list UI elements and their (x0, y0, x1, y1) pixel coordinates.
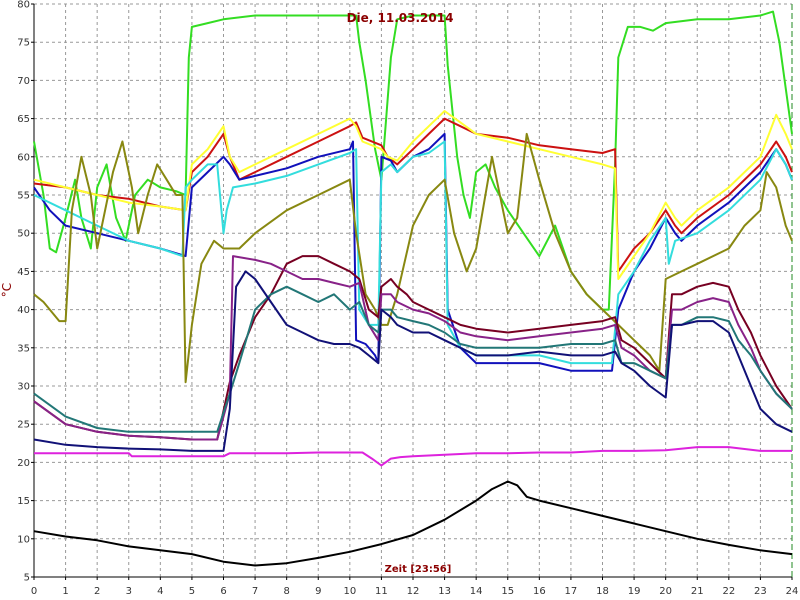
x-tick-label: 8 (283, 586, 289, 597)
x-tick-label: 7 (252, 586, 258, 597)
x-tick-label: 3 (126, 586, 132, 597)
y-axis-label: °C (0, 283, 14, 297)
x-tick-label: 21 (691, 586, 704, 597)
chart-background (0, 0, 800, 600)
y-tick-label: 25 (17, 420, 30, 431)
y-tick-label: 70 (17, 76, 30, 87)
x-tick-label: 2 (94, 586, 100, 597)
x-tick-label: 24 (786, 586, 799, 597)
x-tick-label: 10 (343, 586, 356, 597)
x-axis-label: Zeit [23:56] (385, 564, 452, 575)
x-tick-label: 11 (375, 586, 388, 597)
x-tick-label: 16 (533, 586, 546, 597)
x-tick-label: 19 (628, 586, 641, 597)
x-tick-label: 6 (220, 586, 226, 597)
chart-title: Die, 11.03.2014 (347, 11, 454, 25)
y-tick-label: 55 (17, 191, 30, 202)
x-tick-label: 15 (501, 586, 514, 597)
y-tick-label: 45 (17, 267, 30, 278)
y-tick-label: 40 (17, 305, 30, 316)
x-tick-label: 1 (62, 586, 68, 597)
x-tick-label: 0 (31, 586, 37, 597)
x-tick-label: 5 (189, 586, 195, 597)
x-tick-label: 22 (722, 586, 735, 597)
y-tick-label: 30 (17, 382, 30, 393)
y-tick-label: 10 (17, 534, 30, 545)
y-tick-label: 65 (17, 114, 30, 125)
y-tick-label: 75 (17, 38, 30, 49)
x-tick-label: 20 (659, 586, 672, 597)
y-tick-label: 35 (17, 343, 30, 354)
x-tick-label: 13 (438, 586, 451, 597)
x-tick-label: 12 (407, 586, 420, 597)
x-tick-label: 4 (157, 586, 163, 597)
y-tick-label: 50 (17, 229, 30, 240)
y-tick-label: 60 (17, 152, 30, 163)
x-tick-label: 9 (315, 586, 321, 597)
y-tick-label: 5 (24, 573, 30, 584)
y-tick-label: 80 (17, 0, 30, 11)
x-tick-label: 18 (596, 586, 609, 597)
x-tick-label: 23 (754, 586, 767, 597)
y-tick-label: 15 (17, 496, 30, 507)
y-tick-label: 20 (17, 458, 30, 469)
x-tick-label: 17 (565, 586, 578, 597)
x-tick-label: 14 (470, 586, 483, 597)
temperature-chart: 5101520253035404550556065707580 01234567… (0, 0, 800, 600)
